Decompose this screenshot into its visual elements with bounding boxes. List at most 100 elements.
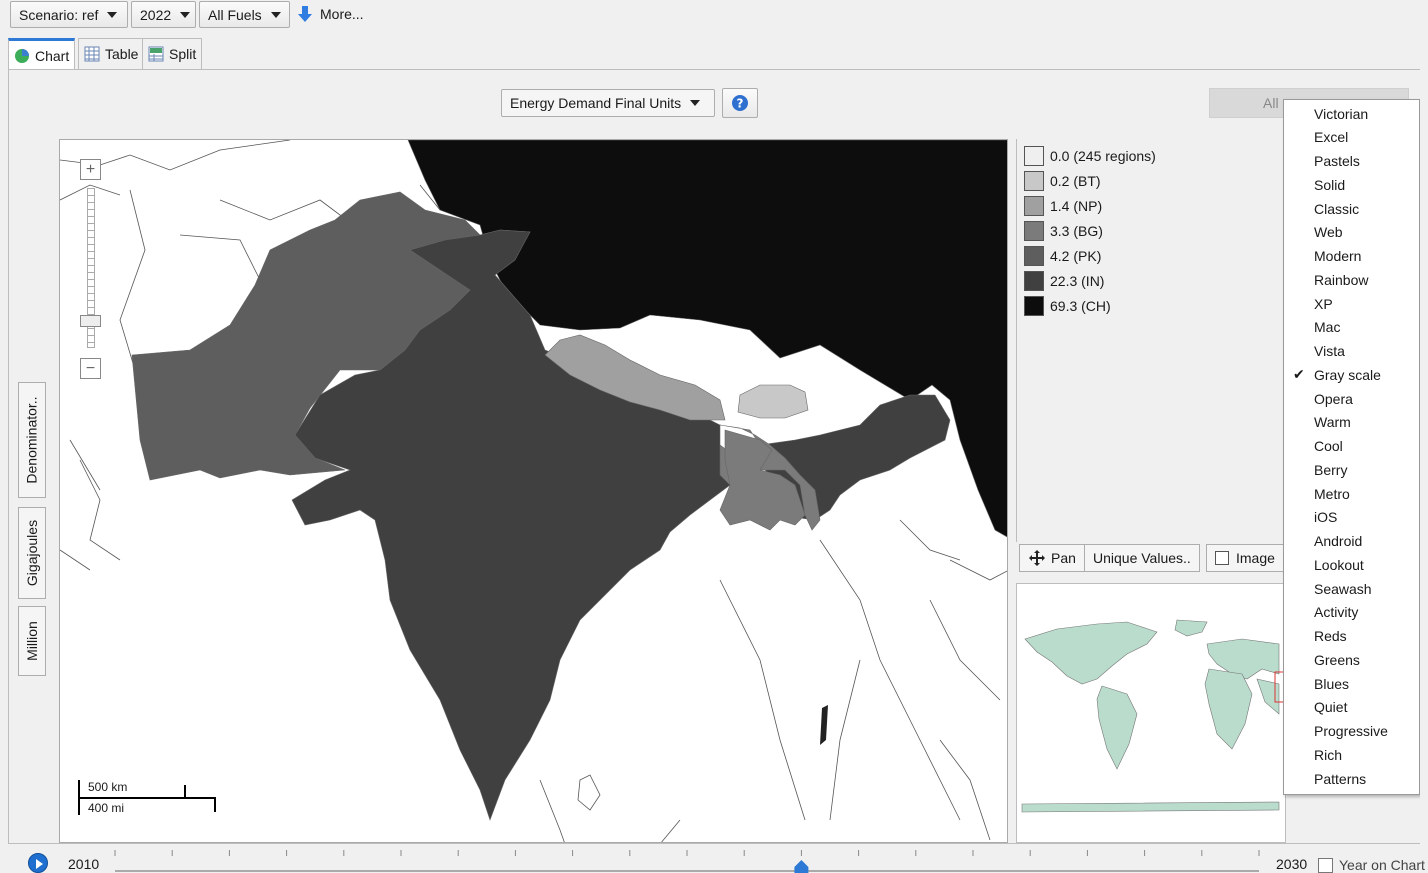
palette-menu-item-label: Progressive xyxy=(1314,723,1388,739)
year-on-chart-checkbox[interactable] xyxy=(1318,857,1333,873)
legend-swatch xyxy=(1024,196,1044,216)
palette-menu-item[interactable]: Cool xyxy=(1284,435,1419,458)
pie-chart-icon xyxy=(15,48,29,63)
palette-menu-item[interactable]: Rich xyxy=(1284,743,1419,766)
palette-menu-item[interactable]: Progressive xyxy=(1284,720,1419,743)
tab-table-label: Table xyxy=(105,46,139,62)
overview-map[interactable] xyxy=(1016,583,1286,843)
all-button-label: All xyxy=(1263,95,1279,111)
palette-menu-item[interactable]: Modern xyxy=(1284,245,1419,268)
unique-values-button[interactable]: Unique Values.. xyxy=(1084,544,1200,572)
palette-menu-item-label: Cool xyxy=(1314,438,1343,454)
split-view-icon xyxy=(148,46,164,62)
help-icon: ? xyxy=(732,95,748,111)
palette-menu-item[interactable]: Classic xyxy=(1284,197,1419,220)
play-button[interactable] xyxy=(28,853,48,873)
zoom-in-button[interactable]: + xyxy=(80,159,101,180)
legend-label: 22.3 (IN) xyxy=(1050,273,1105,289)
tab-chart[interactable]: Chart xyxy=(8,38,76,70)
legend-label: 3.3 (BG) xyxy=(1050,223,1103,239)
region-bhutan[interactable] xyxy=(737,384,809,419)
denominator-label: Denominator.. xyxy=(24,396,41,484)
palette-menu-item[interactable]: ✔ Gray scale xyxy=(1284,363,1419,386)
year-label: 2022 xyxy=(140,6,172,23)
palette-menu-item[interactable]: Reds xyxy=(1284,625,1419,648)
palette-menu-item[interactable]: Vista xyxy=(1284,340,1419,363)
tab-table[interactable]: Table xyxy=(78,38,145,69)
measure-label: Energy Demand Final Units xyxy=(510,95,682,111)
palette-menu-item[interactable]: iOS xyxy=(1284,506,1419,529)
pan-button[interactable]: Pan xyxy=(1019,544,1085,572)
zoom-out-button[interactable]: − xyxy=(80,358,101,379)
image-toggle[interactable]: Image xyxy=(1206,544,1284,572)
chevron-down-icon xyxy=(180,11,191,18)
palette-menu-item-label: Solid xyxy=(1314,176,1346,193)
fuels-dropdown[interactable]: All Fuels xyxy=(199,1,290,28)
palette-menu-item-label: Vista xyxy=(1314,343,1345,359)
legend-item: 3.3 (BG) xyxy=(1024,221,1103,241)
legend-swatch xyxy=(1024,246,1044,266)
palette-menu-item-label: Blues xyxy=(1314,675,1350,692)
palette-menu-item[interactable]: Seawash xyxy=(1284,577,1419,600)
palette-menu-item[interactable]: Activity xyxy=(1284,601,1419,624)
million-tab[interactable]: Million xyxy=(18,606,46,676)
palette-menu-item[interactable]: Greens xyxy=(1284,648,1419,671)
palette-menu-item[interactable]: Blues xyxy=(1284,672,1419,695)
legend-label: 1.4 (NP) xyxy=(1050,198,1103,214)
palette-menu-item[interactable]: XP xyxy=(1284,292,1419,315)
palette-menu-item[interactable]: Berry xyxy=(1284,458,1419,481)
zoom-handle[interactable] xyxy=(80,315,101,327)
more-button[interactable]: More... xyxy=(296,4,364,24)
map-view[interactable]: + − 500 km 400 mi xyxy=(59,139,1008,843)
palette-menu-item[interactable]: Quiet xyxy=(1284,696,1419,719)
measure-dropdown[interactable]: Energy Demand Final Units xyxy=(501,89,715,117)
palette-menu-item[interactable]: Opera xyxy=(1284,387,1419,410)
palette-menu-item-label: Berry xyxy=(1314,461,1348,478)
gigajoules-tab[interactable]: Gigajoules xyxy=(18,507,46,599)
legend-item: 0.2 (BT) xyxy=(1024,171,1101,191)
palette-menu-item-label: Rich xyxy=(1314,746,1343,763)
fuels-label: All Fuels xyxy=(208,6,262,23)
year-on-chart-label: Year on Chart xyxy=(1339,857,1425,873)
palette-menu-item[interactable]: Pastels xyxy=(1284,150,1419,173)
palette-menu-item-label: Victorian xyxy=(1314,105,1369,122)
right-toolbar-strip xyxy=(1420,69,1428,844)
chevron-down-icon xyxy=(690,100,701,106)
legend-item: 0.0 (245 regions) xyxy=(1024,146,1156,166)
palette-menu-item[interactable]: Android xyxy=(1284,530,1419,553)
palette-menu-item[interactable]: Rainbow xyxy=(1284,268,1419,291)
legend-label: 4.2 (PK) xyxy=(1050,248,1102,264)
image-checkbox[interactable] xyxy=(1215,551,1229,565)
legend-item: 69.3 (CH) xyxy=(1024,296,1111,316)
region-sri-lanka xyxy=(577,774,601,811)
palette-menu-item-label: Greens xyxy=(1314,651,1360,668)
unique-values-label: Unique Values.. xyxy=(1093,550,1191,566)
scenario-dropdown[interactable]: Scenario: ref xyxy=(10,1,128,28)
year-dropdown[interactable]: 2022 xyxy=(131,1,196,28)
palette-menu-item-label: Web xyxy=(1314,224,1343,241)
palette-menu-item[interactable]: Solid xyxy=(1284,173,1419,196)
palette-menu-item[interactable]: Excel xyxy=(1284,126,1419,149)
palette-menu-item[interactable]: Web xyxy=(1284,221,1419,244)
chevron-down-icon xyxy=(270,11,281,18)
palette-menu-item-label: Reds xyxy=(1314,628,1347,644)
legend-label: 0.0 (245 regions) xyxy=(1050,148,1156,164)
pan-label: Pan xyxy=(1051,550,1076,566)
help-button[interactable]: ? xyxy=(722,88,758,118)
palette-menu-item[interactable]: Lookout xyxy=(1284,553,1419,576)
palette-menu-item-label: Metro xyxy=(1314,485,1350,502)
move-icon xyxy=(1029,550,1045,566)
palette-menu-item[interactable]: Warm xyxy=(1284,411,1419,434)
denominator-tab[interactable]: Denominator.. xyxy=(18,382,46,498)
palette-menu-item[interactable]: Mac xyxy=(1284,316,1419,339)
scenario-label: Scenario: ref xyxy=(19,6,99,23)
palette-menu-item-label: Patterns xyxy=(1314,770,1367,787)
palette-menu-item[interactable]: Patterns xyxy=(1284,767,1419,790)
year-on-chart-toggle[interactable]: Year on Chart xyxy=(1318,857,1425,873)
palette-menu-item[interactable]: Victorian xyxy=(1284,102,1419,125)
legend-swatch xyxy=(1024,146,1044,166)
palette-menu-item-label: Pastels xyxy=(1314,153,1360,169)
tab-split[interactable]: Split xyxy=(142,38,203,69)
year-slider[interactable] xyxy=(113,845,1261,873)
palette-menu-item[interactable]: Metro xyxy=(1284,482,1419,505)
